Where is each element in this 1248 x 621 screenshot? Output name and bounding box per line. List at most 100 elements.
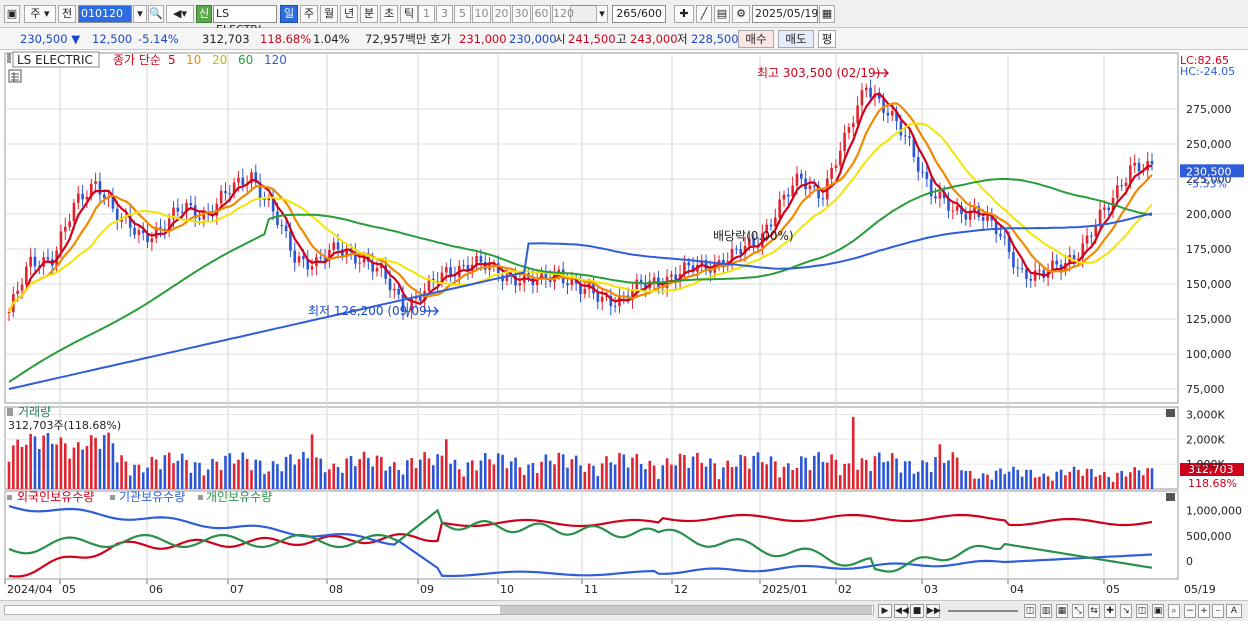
copy-icon[interactable]: ◫ [1136,604,1148,618]
period-tab-1[interactable]: 주 [300,5,318,23]
crosshair-icon[interactable]: ✚ [674,5,694,23]
fast-forward-icon[interactable]: ▶▶ [926,604,941,618]
interval-button-120[interactable]: 120 [552,5,574,23]
save-icon[interactable]: ▤ [714,5,730,23]
zoom-out-icon[interactable]: − [1184,604,1196,618]
eval-button[interactable]: 평 [818,30,836,48]
pin-icon[interactable]: ↘ [1120,604,1132,618]
split-icon[interactable]: ◫ [1024,604,1036,618]
hc-label: HC:-24.05 [1180,65,1235,78]
period-tab-4[interactable]: 분 [360,5,378,23]
candle-body [964,214,968,220]
candle-body [479,256,483,263]
volume-bar [102,435,106,489]
auto-icon[interactable]: A [1226,604,1242,618]
close-icon[interactable] [1166,409,1175,417]
gear-icon[interactable]: ⚙ [732,5,750,23]
volume-bar [466,462,470,489]
layout-icon[interactable]: ▥ [1040,604,1052,618]
volume-bar [25,444,28,489]
volume-bar [1133,467,1136,489]
chart-icon[interactable]: ▣ [1152,604,1164,618]
date-field[interactable]: 2025/05/19 [752,5,818,23]
close-icon[interactable] [1166,493,1175,501]
stop-icon[interactable]: ■ [910,604,924,618]
volume-bar [934,457,937,489]
sell-button[interactable]: 매도 [778,30,814,48]
interval-button-20[interactable]: 20 [492,5,511,23]
price-axis-label: 100,000 [1186,348,1232,361]
candle-body [462,265,465,267]
calendar-icon[interactable]: ▦ [819,5,835,23]
volume-ratio: 118.68% [260,32,312,46]
candle-body [319,257,323,259]
new-badge[interactable]: 신 [196,5,212,23]
compare-icon[interactable]: ⇆ [1088,604,1100,618]
volume-bar [644,469,647,489]
grid-icon[interactable]: ▦ [1056,604,1068,618]
period-tab-3[interactable]: 년 [340,5,358,23]
stock-code-input[interactable]: 010120 [78,5,132,23]
volume-bar [973,478,976,489]
volume-bar [38,449,41,489]
chart-scrollbar[interactable]: ▶ ◀◀ ■ ▶▶ ◫ ▥ ▦ ⤡ ⇆ ✚ ↘ ◫ ▣ ⌕ − + ⎯ A [0,600,1248,621]
volume-bar [696,452,699,489]
price-axis-label: 150,000 [1186,278,1232,291]
rewind-icon[interactable]: ◀◀ [894,604,909,618]
interval-button-30[interactable]: 30 [512,5,531,23]
period-button[interactable]: 전 [58,5,76,23]
period-tab-6[interactable]: 틱 [400,5,418,23]
period-tab-0[interactable]: 일 [280,5,298,23]
candle-body [860,90,864,106]
interval-button-60[interactable]: 60 [532,5,551,23]
individual-holdings-label: 개인보유수량 [206,490,272,504]
draw-icon[interactable]: ╱ [696,5,712,23]
table-icon-lines [11,72,19,82]
scroll-right-icon[interactable]: ▶ [878,604,892,618]
zoom-in-icon[interactable]: + [1198,604,1210,618]
chevron-down-icon[interactable]: ▾ [596,5,608,23]
crosshair-icon[interactable]: ✚ [1104,604,1116,618]
candle-body [46,257,50,260]
volume-bar [864,459,868,489]
volume-bar [838,475,842,489]
scroll-thumb[interactable] [500,606,872,614]
interval-button-10[interactable]: 10 [472,5,491,23]
interval-button-5[interactable]: 5 [454,5,471,23]
legend-ma-5: 5 [168,53,176,67]
turnover-value: 1.04% [313,32,350,46]
speaker-icon[interactable]: ◀▾ [166,5,194,23]
volume-bar [1146,468,1149,489]
volume-bar [921,460,924,489]
volume-bar [761,462,764,489]
candle-body [1003,236,1007,238]
search-icon[interactable]: 🔍 [148,5,164,23]
candle-body [838,150,842,166]
period-tab-2[interactable]: 월 [320,5,338,23]
interval-button-1[interactable]: 1 [418,5,435,23]
volume-bar [808,470,812,489]
candle-body [886,112,890,116]
buy-button[interactable]: 매수 [738,30,774,48]
stock-chart[interactable]: 거래량312,703주(118.68%)312,703118.68% 외국인보유… [0,51,1248,600]
zoom-slider[interactable] [948,610,1018,612]
stock-name-field[interactable]: LS ELECTRI [213,5,277,36]
separator-icon[interactable]: ⎯ [1212,604,1224,618]
low-label: 저 [677,32,688,46]
volume-bar [592,465,595,489]
period-tab-5[interactable]: 초 [380,5,398,23]
volume-bar [977,478,981,489]
count-field[interactable]: 265/600 [612,5,666,23]
candle-body [293,250,297,263]
window-icon[interactable]: ▣ [4,5,20,23]
interval-button-3[interactable]: 3 [436,5,453,23]
magnify-icon[interactable]: ⌕ [1168,604,1180,618]
candle-body [778,199,781,218]
volume-bar [254,459,258,489]
fit-icon[interactable]: ⤡ [1072,604,1084,618]
candle-body [59,231,63,251]
candle-body [955,206,959,211]
chevron-down-icon[interactable]: ▾ [133,5,147,23]
volume-bar [531,463,535,489]
market-select[interactable]: 주 ▾ [24,5,56,23]
